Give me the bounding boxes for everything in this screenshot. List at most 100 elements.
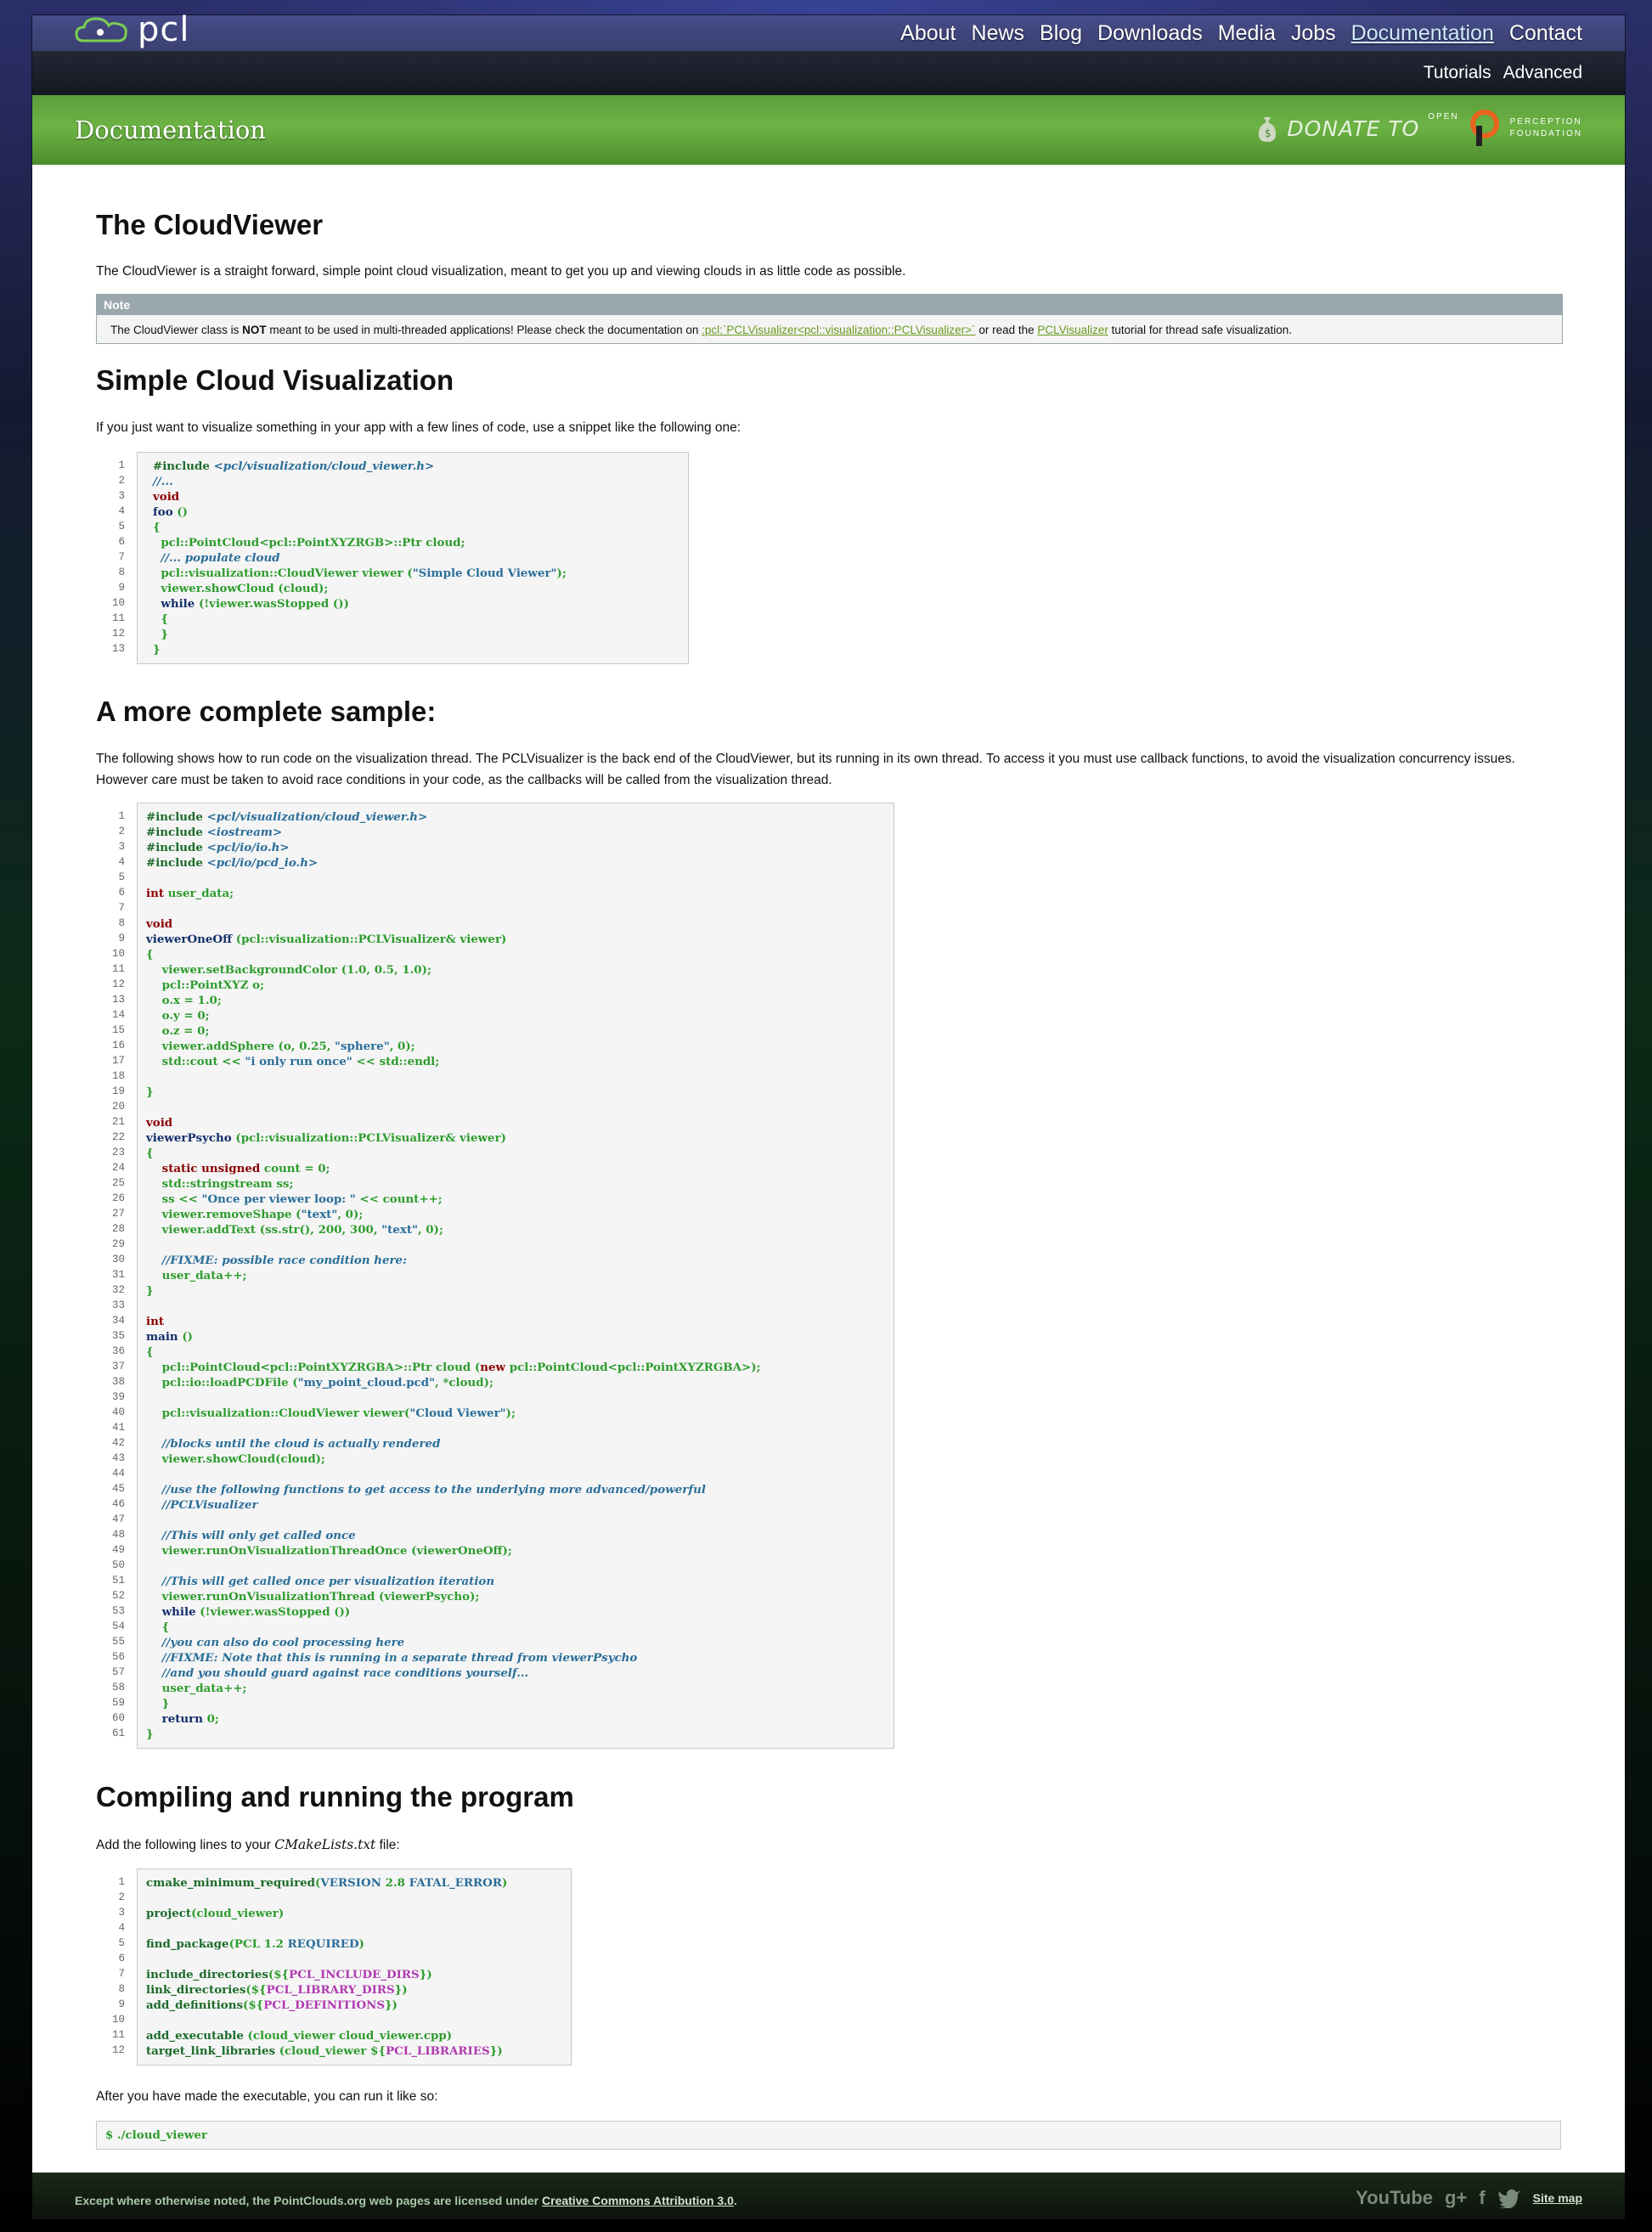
code-line: //This will get called once per visualiz… xyxy=(146,1575,495,1588)
line-number: 32 xyxy=(111,1284,125,1296)
line-number: 17 xyxy=(111,1055,125,1067)
code-line: cmake_minimum_required(VERSION 2.8 FATAL… xyxy=(146,1876,508,1890)
line-number: 8 xyxy=(118,917,125,929)
line-number: 30 xyxy=(111,1254,125,1265)
line-number: 10 xyxy=(111,2014,125,2026)
line-number: 48 xyxy=(111,1529,125,1541)
code-line: //use the following functions to get acc… xyxy=(146,1483,706,1496)
subnav-tutorials[interactable]: Tutorials xyxy=(1424,63,1491,83)
line-number: 11 xyxy=(111,963,125,975)
line-number: 6 xyxy=(118,536,125,548)
line-number: 43 xyxy=(111,1452,125,1464)
compile-intro-suffix: file: xyxy=(375,1838,400,1852)
line-number: 45 xyxy=(111,1483,125,1495)
youtube-icon[interactable]: YouTube xyxy=(1356,2187,1433,2209)
code-line: #include <pcl/io/pcd_io.h> xyxy=(146,856,319,870)
line-number: 7 xyxy=(118,551,125,563)
line-number: 9 xyxy=(118,933,125,944)
license-text: Except where otherwise noted, the PointC… xyxy=(75,2194,737,2207)
facebook-icon[interactable]: f xyxy=(1479,2187,1485,2209)
code-block-cmake: 1 2 3 4 5 6 7 8 9 10 11 12 cmake_minimum_required(V… xyxy=(96,1868,572,2066)
nav-documentation[interactable]: Documentation xyxy=(1351,22,1494,44)
code-line: add_definitions(${PCL_DEFINITIONS}) xyxy=(146,1998,397,2012)
logo-text: pcl xyxy=(138,10,190,49)
note-body: The CloudViewer class is NOT meant to be… xyxy=(97,315,1562,343)
line-number: 31 xyxy=(111,1269,125,1281)
line-number: 8 xyxy=(118,566,125,578)
line-number: 29 xyxy=(111,1238,125,1250)
twitter-icon[interactable] xyxy=(1497,2188,1521,2208)
pclvisualizer-tutorial-link[interactable]: PCLVisualizer xyxy=(1037,324,1108,336)
line-number: 19 xyxy=(111,1085,125,1097)
pcl-logo[interactable]: pcl xyxy=(75,10,190,49)
nav-downloads[interactable]: Downloads xyxy=(1097,22,1203,44)
nav-news[interactable]: News xyxy=(972,22,1025,44)
code-line: viewerOneOff (pcl::visualization::PCLVis… xyxy=(146,933,507,946)
code-line: } xyxy=(146,1085,154,1099)
line-number: 3 xyxy=(118,490,125,502)
donate-link[interactable]: $ DONATE TO OPEN PERCEPTION FOUNDATION xyxy=(1256,109,1582,148)
org-foundation-text: FOUNDATION xyxy=(1509,129,1582,138)
nav-blog[interactable]: Blog xyxy=(1040,22,1082,44)
license-link[interactable]: Creative Commons Attribution 3.0 xyxy=(542,2194,734,2207)
code-block-simple: 1 2 3 4 5 6 7 8 9 10 11 12 13 #include <pcl/visualiz… xyxy=(96,452,689,664)
line-number: 24 xyxy=(111,1162,125,1174)
sub-navigation-bar: Tutorials Advanced xyxy=(32,51,1625,95)
line-number: 2 xyxy=(118,1891,125,1903)
note-text-4: tutorial for thread safe visualization. xyxy=(1108,324,1293,336)
line-number: 1 xyxy=(118,459,125,471)
code-line: //you can also do cool processing here xyxy=(146,1636,405,1649)
code-line: } xyxy=(153,643,161,657)
code-line: include_directories(${PCL_INCLUDE_DIRS}) xyxy=(146,1968,432,1981)
line-number: 49 xyxy=(111,1544,125,1556)
code-line: main () xyxy=(146,1330,194,1344)
line-number: 35 xyxy=(111,1330,125,1342)
code-line: std::stringstream ss; xyxy=(146,1177,294,1191)
heading-complete-sample: A more complete sample: xyxy=(96,696,437,727)
nav-about[interactable]: About xyxy=(900,22,956,44)
line-numbers: 1 2 3 4 5 6 7 8 9 10 11 12 xyxy=(96,1868,137,2066)
line-number: 22 xyxy=(111,1131,125,1143)
line-number: 33 xyxy=(111,1299,125,1311)
subnav-advanced[interactable]: Advanced xyxy=(1503,63,1582,83)
line-number: 15 xyxy=(111,1024,125,1036)
compile-intro-text: Add the following lines to your xyxy=(96,1838,275,1852)
line-number: 13 xyxy=(111,994,125,1006)
note-emphasis: NOT xyxy=(242,324,267,336)
line-number: 25 xyxy=(111,1177,125,1189)
line-number: 1 xyxy=(118,1876,125,1888)
note-text-2: meant to be used in multi-threaded appli… xyxy=(266,324,702,336)
code-line: //blocks until the cloud is actually ren… xyxy=(146,1437,441,1451)
code-line: pcl::io::loadPCDFile ("my_point_cloud.pc… xyxy=(146,1376,493,1389)
code-line: //... xyxy=(153,475,173,488)
code-line: o.x = 1.0; xyxy=(146,994,222,1007)
code-line: viewer.runOnVisualizationThreadOnce (vie… xyxy=(146,1544,512,1558)
code-line: //PCLVisualizer xyxy=(146,1498,258,1512)
code-line: target_link_libraries (cloud_viewer ${PC… xyxy=(146,2044,503,2058)
org-perception-text: PERCEPTION xyxy=(1509,117,1582,127)
run-command: $ ./cloud_viewer xyxy=(96,2121,1561,2150)
google-plus-icon[interactable]: g+ xyxy=(1445,2187,1467,2209)
note-box: Note The CloudViewer class is NOT meant … xyxy=(96,294,1563,344)
line-number: 5 xyxy=(118,1937,125,1949)
sitemap-link[interactable]: Site map xyxy=(1533,2191,1582,2205)
code-line: #include <pcl/visualization/cloud_viewer… xyxy=(153,459,435,473)
nav-jobs[interactable]: Jobs xyxy=(1291,22,1336,44)
code-line: int xyxy=(146,1315,165,1328)
code-line: foo () xyxy=(153,505,188,519)
code-line: viewer.addText (ss.str(), 200, 300, "tex… xyxy=(146,1223,443,1237)
pclvisualizer-doc-link[interactable]: :pcl:`PCLVisualizer<pcl::visualization::… xyxy=(702,324,975,336)
nav-media[interactable]: Media xyxy=(1218,22,1276,44)
code-line: void xyxy=(146,917,173,931)
top-navigation-bar: pcl About News Blog Downloads Media Jobs… xyxy=(32,10,1625,51)
code-line: user_data++; xyxy=(146,1269,247,1282)
code-line: //FIXME: possible race condition here: xyxy=(146,1254,408,1267)
code-line: } xyxy=(153,628,168,641)
code-line: pcl::visualization::CloudViewer viewer("… xyxy=(146,1406,516,1420)
code-line: #include <pcl/io/io.h> xyxy=(146,841,290,854)
nav-contact[interactable]: Contact xyxy=(1509,22,1582,44)
